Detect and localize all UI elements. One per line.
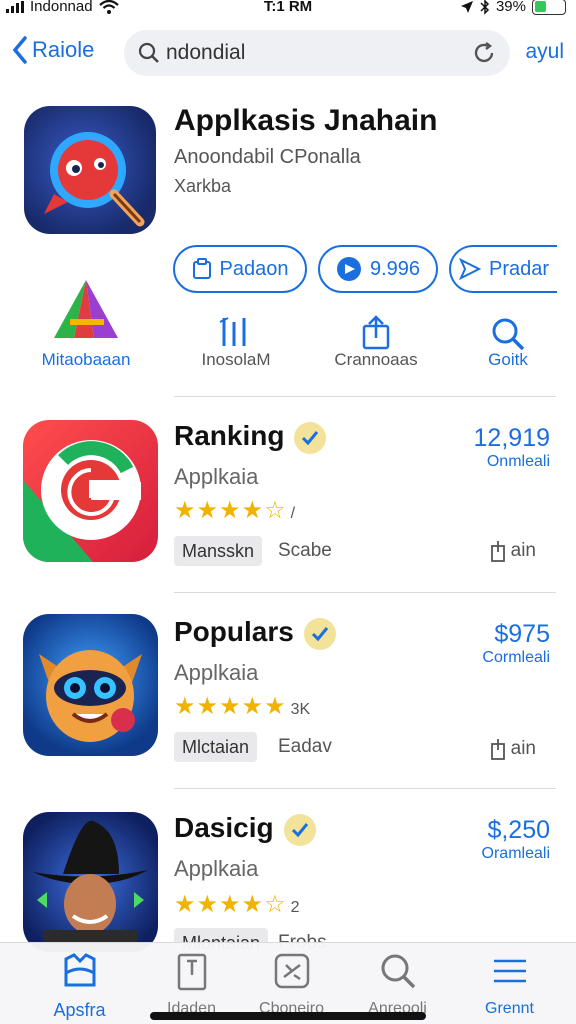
tab-apps[interactable]: Apsfra (22, 951, 137, 1021)
hero-app-icon[interactable] (24, 106, 156, 234)
tab-bar: Apsfra Idaden Cboneiro Anreooli Grennt (0, 942, 576, 1024)
action-4[interactable]: Goitk (440, 278, 576, 369)
app-title-text: Dasicig (174, 812, 274, 843)
action-3[interactable]: Crannoaas (306, 278, 446, 369)
get-label: ain (510, 738, 536, 759)
price: $,250 (487, 816, 550, 844)
back-button[interactable]: Raiole (12, 36, 94, 64)
stars-icon: ★★★★☆ (174, 891, 287, 918)
action-2[interactable]: InosolaM (166, 278, 306, 369)
tab-label: Apsfra (53, 1000, 106, 1020)
app-title: Populars (174, 616, 336, 650)
action-label-2: InosolaM (201, 350, 271, 369)
location-icon (460, 0, 473, 13)
cowboy-avatar-icon (33, 820, 148, 952)
share-icon (490, 739, 505, 760)
price: 12,919 (473, 424, 550, 452)
price: $975 (494, 620, 550, 648)
app-subtitle: Applkaia (174, 856, 259, 881)
search-bar[interactable] (124, 30, 510, 76)
doc-icon (177, 953, 206, 991)
category-tag: Mlctaian (174, 732, 258, 762)
logo-a-icon (54, 280, 118, 338)
app-subtitle: Applkaia (174, 660, 259, 685)
action-label-1: Mitaobaaan (41, 350, 131, 369)
g-logo-icon (23, 440, 141, 562)
divider (174, 592, 556, 593)
chevron-left-icon (12, 36, 27, 64)
app-subtitle: Applkaia (174, 464, 259, 489)
verified-icon (294, 421, 327, 454)
get-label: ain (510, 540, 536, 561)
tab-menu[interactable]: Grennt (452, 951, 567, 1018)
verified-icon (303, 617, 336, 650)
games-icon (274, 953, 309, 989)
clipboard-icon (192, 258, 211, 279)
tab-search[interactable]: Anreooli (340, 951, 455, 1018)
status-bar: Indonnad T:1 RM 39% (0, 0, 576, 20)
bluetooth-icon (480, 0, 490, 15)
rating-count: 2 (290, 899, 300, 916)
secondary-tag: Scabe (278, 540, 332, 561)
app-title-text: Populars (174, 616, 294, 647)
app-icon-populars[interactable] (23, 614, 158, 756)
hero-title: Applkasis Jnahain (174, 104, 438, 137)
price-caption: Onmleali (486, 453, 550, 470)
action-label-3: Crannoaas (334, 350, 418, 369)
search-icon (138, 42, 159, 63)
star-rating: ★★★★☆ / (174, 496, 295, 525)
chart-icon (219, 317, 246, 346)
back-label: Raiole (32, 37, 95, 62)
price-caption: Cormleali (482, 649, 550, 666)
app-title: Dasicig (174, 812, 316, 846)
home-indicator[interactable] (150, 1012, 426, 1020)
send-icon (459, 258, 481, 280)
action-1[interactable]: Mitaobaaan (16, 278, 156, 369)
star-rating: ★★★★★ 3K (174, 692, 310, 721)
price-caption: Oramleali (481, 845, 550, 862)
app-title: Ranking (174, 420, 327, 454)
stars-icon: ★★★★★ (174, 693, 287, 720)
get-button[interactable]: ain (490, 738, 536, 760)
magnifier-icon (44, 132, 145, 227)
share-icon (490, 541, 505, 562)
app-title-text: Ranking (174, 420, 285, 451)
battery-percent: 39% (495, 0, 526, 15)
search-icon (381, 954, 415, 989)
divider (174, 396, 556, 397)
search-input[interactable] (166, 41, 472, 65)
menu-icon (493, 959, 526, 983)
get-button[interactable]: ain (490, 540, 536, 562)
battery-icon (532, 0, 566, 15)
mascot-icon (39, 650, 142, 742)
price-button[interactable]: $,250 Oramleali (482, 816, 550, 863)
verified-icon (283, 813, 316, 846)
app-icon-ranking[interactable] (23, 420, 158, 562)
secondary-tag: Eadav (278, 736, 332, 757)
category-tag: Mansskn (174, 536, 263, 566)
price-button[interactable]: 12,919 Onmleali (474, 424, 550, 471)
rating-count: 3K (290, 701, 311, 718)
tab-label: Grennt (485, 1000, 534, 1017)
search-icon (492, 318, 525, 351)
rating-count: / (290, 505, 296, 522)
price-button[interactable]: $975 Cormleali (482, 620, 550, 667)
nav-bar: Raiole ayul (0, 28, 576, 80)
hero-subtitle-2: Xarkba (174, 176, 232, 196)
app-icon-dasicig[interactable] (23, 812, 158, 952)
hero-subtitle: Anoondabil CPonalla (174, 146, 361, 168)
tab-games[interactable]: Cboneiro (234, 951, 349, 1018)
stars-icon: ★★★★☆ (174, 497, 287, 524)
apps-icon (64, 953, 95, 987)
tab-idaden[interactable]: Idaden (134, 951, 249, 1018)
share-icon (362, 315, 390, 350)
star-rating: ★★★★☆ 2 (174, 890, 299, 919)
divider (174, 788, 556, 789)
action-label-4: Goitk (488, 350, 528, 369)
nav-right-button[interactable]: ayul (525, 40, 564, 64)
reload-icon[interactable] (472, 41, 496, 65)
